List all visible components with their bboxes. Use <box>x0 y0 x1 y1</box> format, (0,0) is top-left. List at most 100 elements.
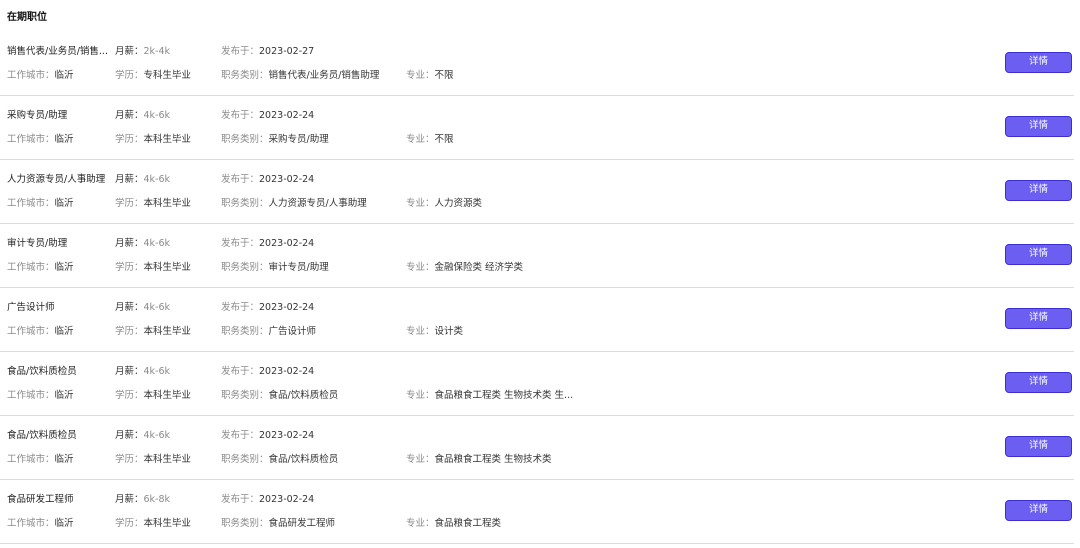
salary-label: 月薪： <box>115 494 144 505</box>
section-title: 在期职位 <box>7 12 47 23</box>
job-publish-date: 发布于：2023-02-24 <box>221 365 314 379</box>
major-label: 专业： <box>406 70 435 81</box>
education-label: 学历： <box>115 70 144 81</box>
job-title[interactable]: 采购专员/助理 <box>7 109 115 123</box>
job-publish-date: 发布于：2023-02-24 <box>221 493 314 507</box>
salary-value: 4k-6k <box>143 174 171 185</box>
city-label: 工作城市： <box>7 454 55 465</box>
major-value: 不限 <box>434 70 454 81</box>
city-label: 工作城市： <box>7 198 55 209</box>
job-title[interactable]: 广告设计师 <box>7 301 115 315</box>
education-label: 学历： <box>115 198 144 209</box>
job-education: 学历：本科生毕业 <box>115 517 191 531</box>
published-label: 发布于： <box>221 494 260 505</box>
job-city: 工作城市：临沂 <box>7 133 74 147</box>
category-value: 采购专员/助理 <box>268 134 329 145</box>
published-label: 发布于： <box>221 430 260 441</box>
job-education: 学历：本科生毕业 <box>115 261 191 275</box>
job-row: 审计专员/助理 月薪：4k-6k 发布于：2023-02-24 工作城市：临沂 … <box>0 224 1074 288</box>
publish-date-value: 2023-02-24 <box>259 238 315 249</box>
job-education: 学历：本科生毕业 <box>115 325 191 339</box>
job-salary: 月薪：6k-8k <box>115 493 170 507</box>
education-value: 本科生毕业 <box>143 198 192 209</box>
salary-label: 月薪： <box>115 46 144 57</box>
job-category: 职务类别：审计专员/助理 <box>221 261 329 275</box>
job-education: 学历：专科生毕业 <box>115 69 191 83</box>
education-value: 专科生毕业 <box>143 70 192 81</box>
job-salary: 月薪：4k-6k <box>115 301 170 315</box>
city-value: 临沂 <box>54 262 74 273</box>
major-value: 设计类 <box>434 326 464 337</box>
major-value: 不限 <box>434 134 454 145</box>
education-label: 学历： <box>115 326 144 337</box>
detail-button[interactable]: 详情 <box>1005 116 1072 137</box>
city-label: 工作城市： <box>7 326 55 337</box>
job-title[interactable]: 食品/饮料质检员 <box>7 365 115 379</box>
job-education: 学历：本科生毕业 <box>115 197 191 211</box>
job-city: 工作城市：临沂 <box>7 453 74 467</box>
job-major: 专业：人力资源类 <box>406 197 482 211</box>
published-label: 发布于： <box>221 110 260 121</box>
city-value: 临沂 <box>54 454 74 465</box>
city-value: 临沂 <box>54 134 74 145</box>
detail-button[interactable]: 详情 <box>1005 372 1072 393</box>
detail-button[interactable]: 详情 <box>1005 308 1072 329</box>
job-category: 职务类别：食品/饮料质检员 <box>221 389 338 403</box>
major-value: 人力资源类 <box>434 198 483 209</box>
publish-date-value: 2023-02-24 <box>259 366 315 377</box>
job-row: 广告设计师 月薪：4k-6k 发布于：2023-02-24 工作城市：临沂 学历… <box>0 288 1074 352</box>
publish-date-value: 2023-02-24 <box>259 110 315 121</box>
job-city: 工作城市：临沂 <box>7 261 74 275</box>
job-category: 职务类别：人力资源专员/人事助理 <box>221 197 367 211</box>
education-value: 本科生毕业 <box>143 262 192 273</box>
major-label: 专业： <box>406 198 435 209</box>
job-publish-date: 发布于：2023-02-24 <box>221 173 314 187</box>
job-publish-date: 发布于：2023-02-27 <box>221 45 314 59</box>
job-major: 专业：食品粮食工程类 生物技术类 <box>406 453 552 467</box>
published-label: 发布于： <box>221 238 260 249</box>
education-value: 本科生毕业 <box>143 390 192 401</box>
job-salary: 月薪：4k-6k <box>115 365 170 379</box>
job-title[interactable]: 人力资源专员/人事助理 <box>7 173 115 187</box>
salary-label: 月薪： <box>115 110 144 121</box>
detail-button[interactable]: 详情 <box>1005 500 1072 521</box>
job-listing-page: 在期职位 销售代表/业务员/销售... 月薪：2k-4k 发布于：2023-02… <box>0 0 1080 548</box>
city-value: 临沂 <box>54 518 74 529</box>
education-value: 本科生毕业 <box>143 326 192 337</box>
city-label: 工作城市： <box>7 70 55 81</box>
education-label: 学历： <box>115 134 144 145</box>
job-major: 专业：食品粮食工程类 生物技术类 生... <box>406 389 573 403</box>
job-title[interactable]: 食品/饮料质检员 <box>7 429 115 443</box>
published-label: 发布于： <box>221 366 260 377</box>
major-value: 食品粮食工程类 <box>434 518 502 529</box>
category-label: 职务类别： <box>221 198 269 209</box>
city-value: 临沂 <box>54 198 74 209</box>
education-value: 本科生毕业 <box>143 134 192 145</box>
job-row: 人力资源专员/人事助理 月薪：4k-6k 发布于：2023-02-24 工作城市… <box>0 160 1074 224</box>
detail-button[interactable]: 详情 <box>1005 436 1072 457</box>
salary-label: 月薪： <box>115 174 144 185</box>
salary-label: 月薪： <box>115 302 144 313</box>
job-row: 采购专员/助理 月薪：4k-6k 发布于：2023-02-24 工作城市：临沂 … <box>0 96 1074 160</box>
job-row: 食品研发工程师 月薪：6k-8k 发布于：2023-02-24 工作城市：临沂 … <box>0 480 1074 544</box>
major-label: 专业： <box>406 262 435 273</box>
education-value: 本科生毕业 <box>143 518 192 529</box>
category-label: 职务类别： <box>221 454 269 465</box>
education-label: 学历： <box>115 518 144 529</box>
published-label: 发布于： <box>221 174 260 185</box>
job-major: 专业：不限 <box>406 69 454 83</box>
education-label: 学历： <box>115 262 144 273</box>
detail-button[interactable]: 详情 <box>1005 180 1072 201</box>
job-title[interactable]: 食品研发工程师 <box>7 493 115 507</box>
salary-value: 4k-6k <box>143 110 171 121</box>
job-title[interactable]: 审计专员/助理 <box>7 237 115 251</box>
detail-button[interactable]: 详情 <box>1005 244 1072 265</box>
city-label: 工作城市： <box>7 134 55 145</box>
category-value: 审计专员/助理 <box>268 262 329 273</box>
job-city: 工作城市：临沂 <box>7 517 74 531</box>
job-major: 专业：食品粮食工程类 <box>406 517 501 531</box>
job-title[interactable]: 销售代表/业务员/销售... <box>7 45 115 59</box>
major-label: 专业： <box>406 326 435 337</box>
category-label: 职务类别： <box>221 262 269 273</box>
detail-button[interactable]: 详情 <box>1005 52 1072 73</box>
